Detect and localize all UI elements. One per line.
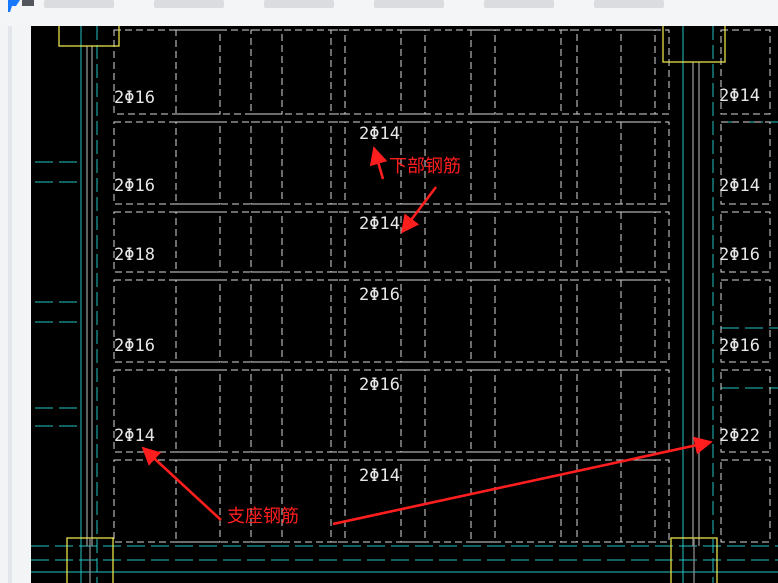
rebar-label-right-1: 2Φ14 xyxy=(719,86,760,106)
top-toolbar xyxy=(0,0,778,27)
annotation-bottom-rebar: 下部钢筋 xyxy=(389,156,461,177)
rebar-label-right-5: 2Φ22 xyxy=(719,426,760,446)
left-gutter-panel xyxy=(0,26,32,583)
annotation-support-rebar: 支座钢筋 xyxy=(227,506,299,527)
rebar-label-middle-3: 2Φ16 xyxy=(359,285,400,305)
rebar-label-left-5: 2Φ14 xyxy=(114,426,155,446)
rebar-label-left-4: 2Φ16 xyxy=(114,336,155,356)
rebar-label-middle-4: 2Φ16 xyxy=(359,375,400,395)
toolbar-menu xyxy=(44,0,664,12)
toolbar-item-4[interactable] xyxy=(374,0,444,8)
rebar-label-left-2: 2Φ16 xyxy=(114,176,155,196)
rebar-label-middle-5: 2Φ14 xyxy=(359,466,400,486)
rebar-label-right-2: 2Φ14 xyxy=(719,176,760,196)
toolbar-item-3[interactable] xyxy=(264,0,334,8)
toolbar-item-1[interactable] xyxy=(44,0,114,8)
rebar-label-left-3: 2Φ18 xyxy=(114,245,155,265)
app-logo-icon xyxy=(8,0,34,12)
toolbar-item-5[interactable] xyxy=(484,0,554,8)
rebar-label-left-1: 2Φ16 xyxy=(114,88,155,108)
toolbar-item-2[interactable] xyxy=(154,0,224,8)
cad-drawing-canvas[interactable]: 2Φ16 2Φ16 2Φ18 2Φ16 2Φ14 2Φ14 2Φ14 2Φ16 … xyxy=(31,26,778,583)
rebar-label-right-4: 2Φ16 xyxy=(719,336,760,356)
rebar-label-middle-1: 2Φ14 xyxy=(359,124,400,144)
toolbar-item-6[interactable] xyxy=(594,0,664,8)
left-scroll-rail[interactable] xyxy=(8,26,12,583)
rebar-label-right-3: 2Φ16 xyxy=(719,245,760,265)
canvas-background xyxy=(31,26,778,583)
rebar-label-middle-2: 2Φ14 xyxy=(359,214,400,234)
